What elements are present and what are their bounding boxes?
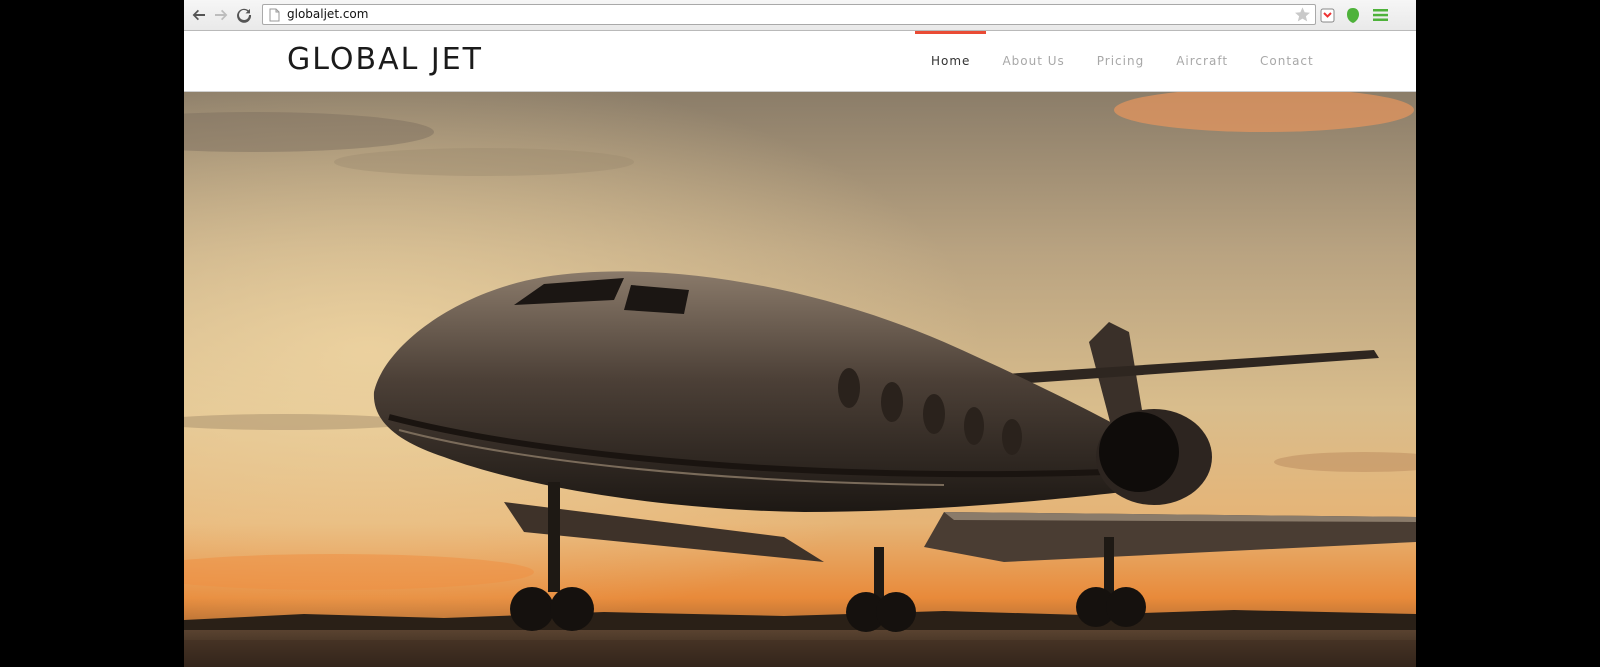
site-header: GLOBAL JET Home About Us Pricing Aircraf…	[184, 31, 1416, 92]
active-indicator	[915, 31, 987, 34]
forward-arrow-icon[interactable]	[210, 4, 232, 26]
nav-label: About Us	[1002, 54, 1065, 68]
private-jet-at-sunset-image	[184, 92, 1416, 667]
browser-window: globaljet.com GLOBAL JET Home About Us P…	[184, 0, 1416, 667]
evernote-extension-icon[interactable]	[1343, 5, 1363, 25]
browser-toolbar: globaljet.com	[184, 0, 1416, 31]
nav-item-about-us[interactable]: About Us	[986, 31, 1080, 91]
nav-item-aircraft[interactable]: Aircraft	[1160, 31, 1244, 91]
nav-label: Aircraft	[1176, 54, 1229, 68]
site-logo[interactable]: GLOBAL JET	[287, 42, 483, 77]
url-text[interactable]: globaljet.com	[287, 7, 368, 21]
address-bar[interactable]: globaljet.com	[262, 4, 1316, 25]
hamburger-menu-icon[interactable]	[1370, 5, 1390, 25]
nav-label: Home	[931, 54, 971, 68]
nav-label: Contact	[1260, 54, 1314, 68]
nav-label: Pricing	[1096, 54, 1145, 68]
reload-icon[interactable]	[233, 4, 255, 26]
star-icon[interactable]	[1294, 6, 1311, 28]
main-nav: Home About Us Pricing Aircraft Contact	[915, 31, 1330, 91]
page-icon	[269, 8, 280, 27]
nav-item-contact[interactable]: Contact	[1244, 31, 1330, 91]
back-arrow-icon[interactable]	[188, 4, 210, 26]
hero-image	[184, 92, 1416, 667]
pocket-extension-icon[interactable]	[1317, 5, 1337, 25]
nav-item-home[interactable]: Home	[915, 31, 987, 91]
nav-item-pricing[interactable]: Pricing	[1081, 31, 1160, 91]
